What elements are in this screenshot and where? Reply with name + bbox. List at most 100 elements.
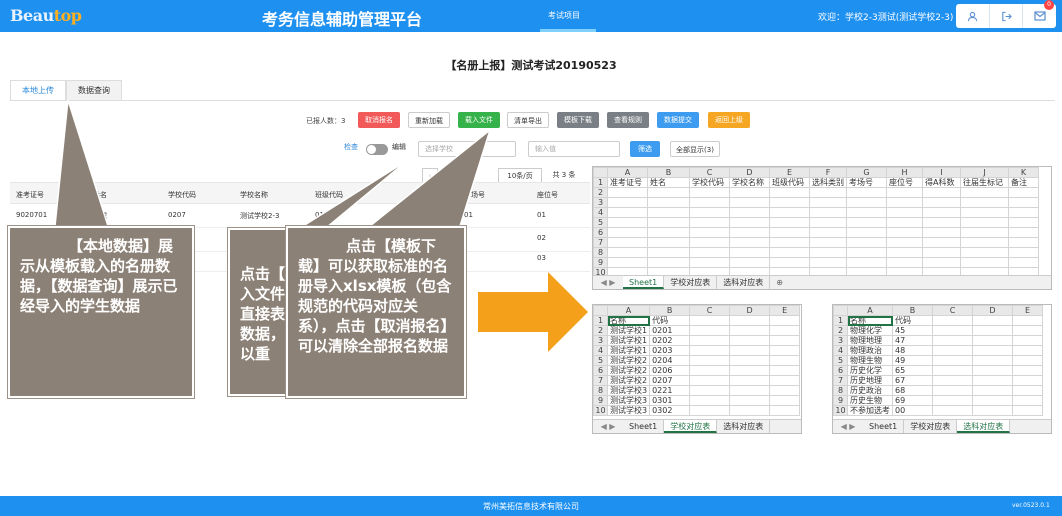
sheet-cell[interactable]: 历史化学: [847, 365, 893, 376]
sheet-tab-school-map[interactable]: 学校对应表: [664, 276, 718, 289]
sheet-tab-bar: ◀ ▶ Sheet1 学校对应表 选科对应表: [833, 419, 1051, 433]
sheet-cell[interactable]: 准考证号: [607, 177, 648, 188]
company-name: 常州美拓信息技术有限公司: [483, 502, 579, 511]
col-letter: C: [689, 167, 730, 178]
sheet-cell[interactable]: 68: [892, 385, 933, 396]
sheet-cell[interactable]: 0204: [649, 355, 691, 366]
sheet-nav-arrows[interactable]: ◀ ▶: [593, 276, 623, 289]
sheet-cell[interactable]: 备注: [1008, 177, 1039, 188]
sheet-cell[interactable]: 座位号: [886, 177, 923, 188]
sheet-nav-arrows[interactable]: ◀ ▶: [593, 420, 623, 433]
row-number: 3: [593, 197, 608, 208]
sheet-cell[interactable]: 69: [892, 395, 933, 406]
sheet-cell[interactable]: 名称: [847, 315, 893, 326]
sheet-cell[interactable]: 物理生物: [847, 355, 893, 366]
col-letter: B: [649, 305, 691, 316]
sheet-nav-arrows[interactable]: ◀ ▶: [833, 420, 863, 433]
row-number: 8: [593, 247, 608, 258]
sheet-cell[interactable]: 00: [892, 405, 933, 416]
sheet-cell[interactable]: 往届生标记: [960, 177, 1009, 188]
sheet-cell[interactable]: 历史地理: [847, 375, 893, 386]
sheet-cell[interactable]: 物理化学: [847, 325, 893, 336]
sheet-cell[interactable]: 选科类别: [809, 177, 847, 188]
sheet-cell[interactable]: 0203: [649, 345, 691, 356]
col-letter: J: [960, 167, 1009, 178]
sheet-tab-school-map[interactable]: 学校对应表: [664, 420, 718, 433]
sheet-cell[interactable]: 测试学校1: [606, 345, 651, 356]
sheet-cell[interactable]: 学校名称: [729, 177, 770, 188]
sheet-cell[interactable]: 45: [892, 325, 933, 336]
sheet-tab-subject-map[interactable]: 选科对应表: [957, 420, 1011, 433]
sheet-cell[interactable]: 得A科数: [922, 177, 961, 188]
sheet-cell[interactable]: 测试学校3: [606, 395, 651, 406]
sheet-cell[interactable]: 测试学校1: [606, 335, 651, 346]
sheet-cell[interactable]: 历史政治: [847, 385, 893, 396]
row-number: 6: [593, 227, 608, 238]
sheet-tab-sheet1[interactable]: Sheet1: [863, 420, 905, 433]
col-letter: G: [846, 167, 887, 178]
sheet-cell[interactable]: 代码: [649, 315, 691, 326]
sheet1-grid: A B C D E F G H I J K 1 准考证号 姓名 学校代码 学校名…: [593, 167, 1039, 278]
sheet-cell[interactable]: 物理政治: [847, 345, 893, 356]
version-text: ver.0523.0.1: [1012, 502, 1050, 509]
add-sheet-icon[interactable]: ⊕: [770, 276, 789, 289]
row-number: 1: [593, 177, 608, 188]
sheet-cell[interactable]: 0301: [649, 395, 691, 406]
spreadsheet-subject-map: A B C D E 1 名称 代码 2 物理化学 45 3 物理地理 47 4 物理政治 48 …: [832, 304, 1052, 434]
sheet-tab-sheet1[interactable]: Sheet1: [623, 276, 665, 289]
sheet-cell[interactable]: 48: [892, 345, 933, 356]
sheet-cell[interactable]: 0202: [649, 335, 691, 346]
callout-local-data: 【本地数据】展示从模板载入的名册数据，【数据查询】展示已经导入的学生数据: [8, 226, 194, 398]
sheet-tab-bar: ◀ ▶ Sheet1 学校对应表 选科对应表: [593, 419, 801, 433]
sheet-cell[interactable]: 测试学校2: [606, 375, 651, 386]
sheet-cell[interactable]: 历史生物: [847, 395, 893, 406]
subject-map-grid: A B C D E 1 名称 代码 2 物理化学 45 3 物理地理 47 4 物理政治 48 …: [833, 305, 1043, 416]
sheet-tab-subject-map[interactable]: 选科对应表: [717, 420, 771, 433]
row-number: 7: [593, 237, 608, 248]
sheet-cell[interactable]: 0207: [649, 375, 691, 386]
col-letter: E: [769, 305, 801, 316]
sheet-cell[interactable]: 0221: [649, 385, 691, 396]
sheet-tab-school-map[interactable]: 学校对应表: [904, 420, 958, 433]
sheet-cell[interactable]: 测试学校2: [606, 355, 651, 366]
col-letter: C: [689, 305, 731, 316]
sheet-cell[interactable]: 考场号: [846, 177, 887, 188]
sheet-tab-subject-map[interactable]: 选科对应表: [717, 276, 771, 289]
sheet-cell[interactable]: 0302: [649, 405, 691, 416]
col-letter: I: [922, 167, 961, 178]
sheet-cell[interactable]: 49: [892, 355, 933, 366]
col-letter: E: [1012, 305, 1043, 316]
row-number: 9: [593, 257, 608, 268]
sheet-cell[interactable]: 65: [892, 365, 933, 376]
col-letter: H: [886, 167, 923, 178]
sheet-cell[interactable]: 班级代码: [769, 177, 810, 188]
sheet-cell[interactable]: 0201: [649, 325, 691, 336]
col-letter: E: [769, 167, 810, 178]
col-letter: A: [606, 305, 651, 316]
sheet-cell[interactable]: 47: [892, 335, 933, 346]
sheet-cell[interactable]: 物理地理: [847, 335, 893, 346]
sheet-cell[interactable]: 测试学校2: [606, 365, 651, 376]
col-letter: B: [647, 167, 690, 178]
sheet-cell[interactable]: 不参加选考: [847, 405, 893, 416]
callout-local-data-text: 【本地数据】展示从模板载入的名册数据，【数据查询】展示已经导入的学生数据: [20, 237, 178, 315]
sheet-cell[interactable]: 名称: [606, 315, 651, 326]
callout-template-download-text: 点击【模板下载】可以获取标准的名册导入xlsx模板（包含规范的代码对应关系），点…: [298, 237, 452, 355]
row-number: 2: [593, 187, 608, 198]
sheet-cell[interactable]: 测试学校3: [606, 385, 651, 396]
sheet-cell[interactable]: 学校代码: [689, 177, 730, 188]
col-letter: A: [847, 305, 893, 316]
sheet-cell[interactable]: 67: [892, 375, 933, 386]
arrow-right-icon: [478, 272, 588, 352]
sheet-cell[interactable]: 测试学校1: [606, 325, 651, 336]
sheet-cell[interactable]: 测试学校3: [606, 405, 651, 416]
sheet-cell[interactable]: 0206: [649, 365, 691, 376]
col-letter: F: [809, 167, 847, 178]
sheet-tab-sheet1[interactable]: Sheet1: [623, 420, 665, 433]
row-number: 4: [593, 207, 608, 218]
col-letter: K: [1008, 167, 1039, 178]
sheet-cell[interactable]: 代码: [892, 315, 933, 326]
sheet-cell[interactable]: 姓名: [647, 177, 690, 188]
col-letter: C: [932, 305, 973, 316]
col-letter: D: [972, 305, 1013, 316]
